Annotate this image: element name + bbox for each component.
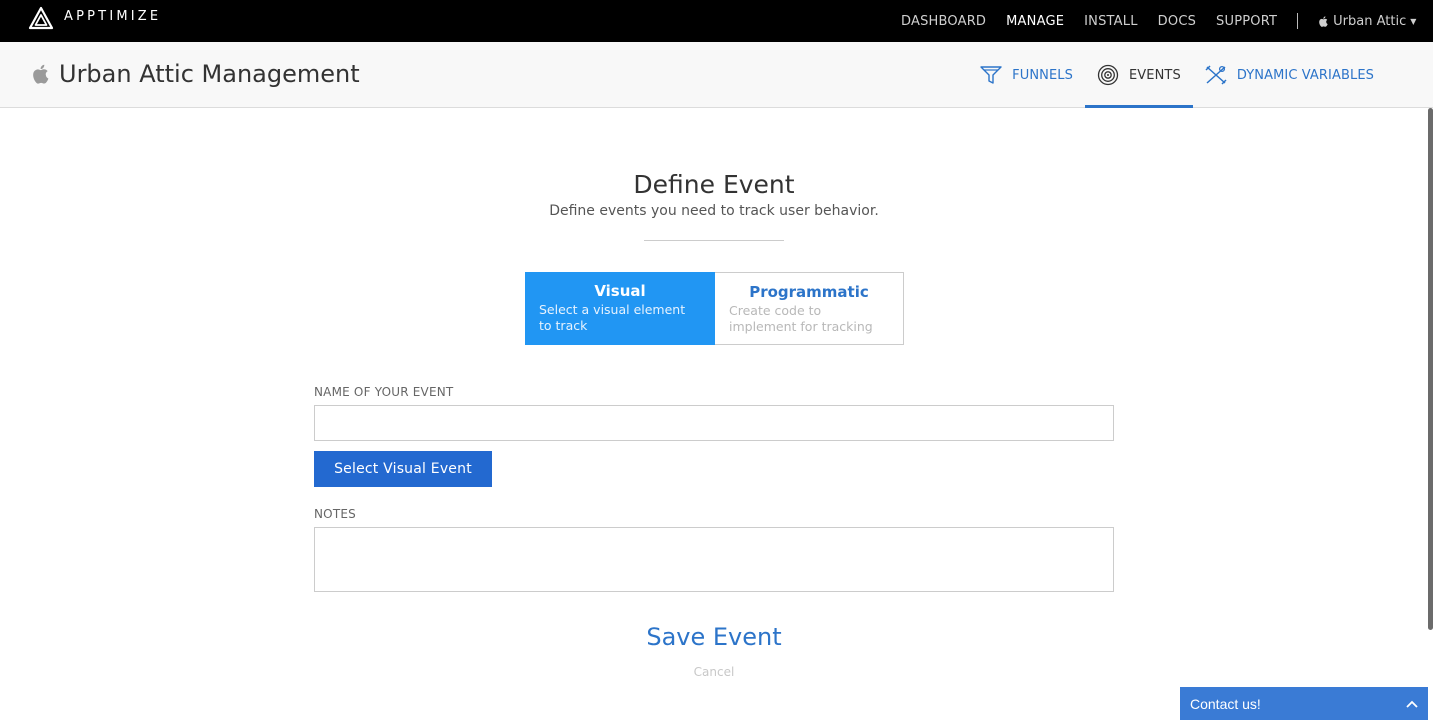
- define-event-form: Define Event Define events you need to t…: [0, 108, 1428, 720]
- event-type-toggle: Visual Select a visual element to track …: [525, 272, 904, 345]
- brand-logo[interactable]: APPTIMIZE: [28, 6, 161, 32]
- nav-manage[interactable]: MANAGE: [1006, 14, 1064, 29]
- nav-install[interactable]: INSTALL: [1084, 14, 1138, 29]
- nav-support[interactable]: SUPPORT: [1216, 14, 1277, 29]
- target-icon: [1097, 64, 1119, 86]
- app-title-block: Urban Attic Management: [31, 60, 360, 88]
- top-navbar: APPTIMIZE DASHBOARD MANAGE INSTALL DOCS …: [0, 0, 1433, 42]
- tab-funnels[interactable]: FUNNELS: [968, 42, 1085, 108]
- contact-us-widget[interactable]: Contact us!: [1180, 687, 1428, 720]
- nav-dashboard[interactable]: DASHBOARD: [901, 14, 986, 29]
- chevron-up-icon: [1406, 697, 1418, 711]
- form-subtitle: Define events you need to track user beh…: [549, 203, 879, 219]
- select-visual-event-button[interactable]: Select Visual Event: [314, 451, 492, 487]
- nav-docs[interactable]: DOCS: [1158, 14, 1196, 29]
- tab-label: FUNNELS: [1012, 67, 1073, 83]
- caret-down-icon: ▼: [1410, 16, 1417, 26]
- section-tabs: FUNNELS EVENTS DYNAMIC VARIABLES: [968, 42, 1386, 108]
- account-dropdown[interactable]: Urban Attic ▼: [1318, 14, 1416, 29]
- app-header: Urban Attic Management FUNNELS EVENTS DY…: [0, 42, 1433, 108]
- notes-label: NOTES: [314, 507, 356, 521]
- contact-label: Contact us!: [1190, 695, 1261, 712]
- event-type-visual[interactable]: Visual Select a visual element to track: [525, 272, 715, 345]
- notes-field[interactable]: [314, 527, 1114, 592]
- option-description: Select a visual element to track: [539, 302, 686, 333]
- nav-divider: [1297, 13, 1299, 29]
- event-type-programmatic[interactable]: Programmatic Create code to implement fo…: [715, 272, 904, 345]
- tab-events[interactable]: EVENTS: [1084, 42, 1193, 108]
- option-title: Programmatic: [749, 283, 869, 301]
- option-description: Create code to implement for tracking: [729, 303, 873, 334]
- divider: [644, 240, 784, 241]
- apple-icon: [1319, 15, 1328, 27]
- tab-label: DYNAMIC VARIABLES: [1236, 67, 1374, 83]
- apple-icon: [33, 64, 49, 84]
- variables-icon: [1205, 65, 1227, 85]
- tab-label: EVENTS: [1128, 67, 1181, 83]
- option-title: Visual: [594, 282, 646, 300]
- funnel-icon: [980, 66, 1002, 84]
- tab-dynamic-variables[interactable]: DYNAMIC VARIABLES: [1193, 42, 1386, 108]
- page-scrollbar[interactable]: [1428, 108, 1433, 630]
- apptimize-logo-icon: [28, 6, 54, 30]
- form-title: Define Event: [633, 170, 795, 199]
- save-event-button[interactable]: Save Event: [0, 623, 1428, 651]
- main-nav: DASHBOARD MANAGE INSTALL DOCS SUPPORT Ur…: [881, 0, 1416, 42]
- brand-name: APPTIMIZE: [64, 8, 162, 24]
- page-title: Urban Attic Management: [59, 60, 360, 88]
- account-name: Urban Attic: [1333, 13, 1407, 29]
- cancel-link[interactable]: Cancel: [0, 665, 1428, 679]
- event-name-label: NAME OF YOUR EVENT: [314, 385, 454, 399]
- event-name-input[interactable]: [314, 405, 1114, 441]
